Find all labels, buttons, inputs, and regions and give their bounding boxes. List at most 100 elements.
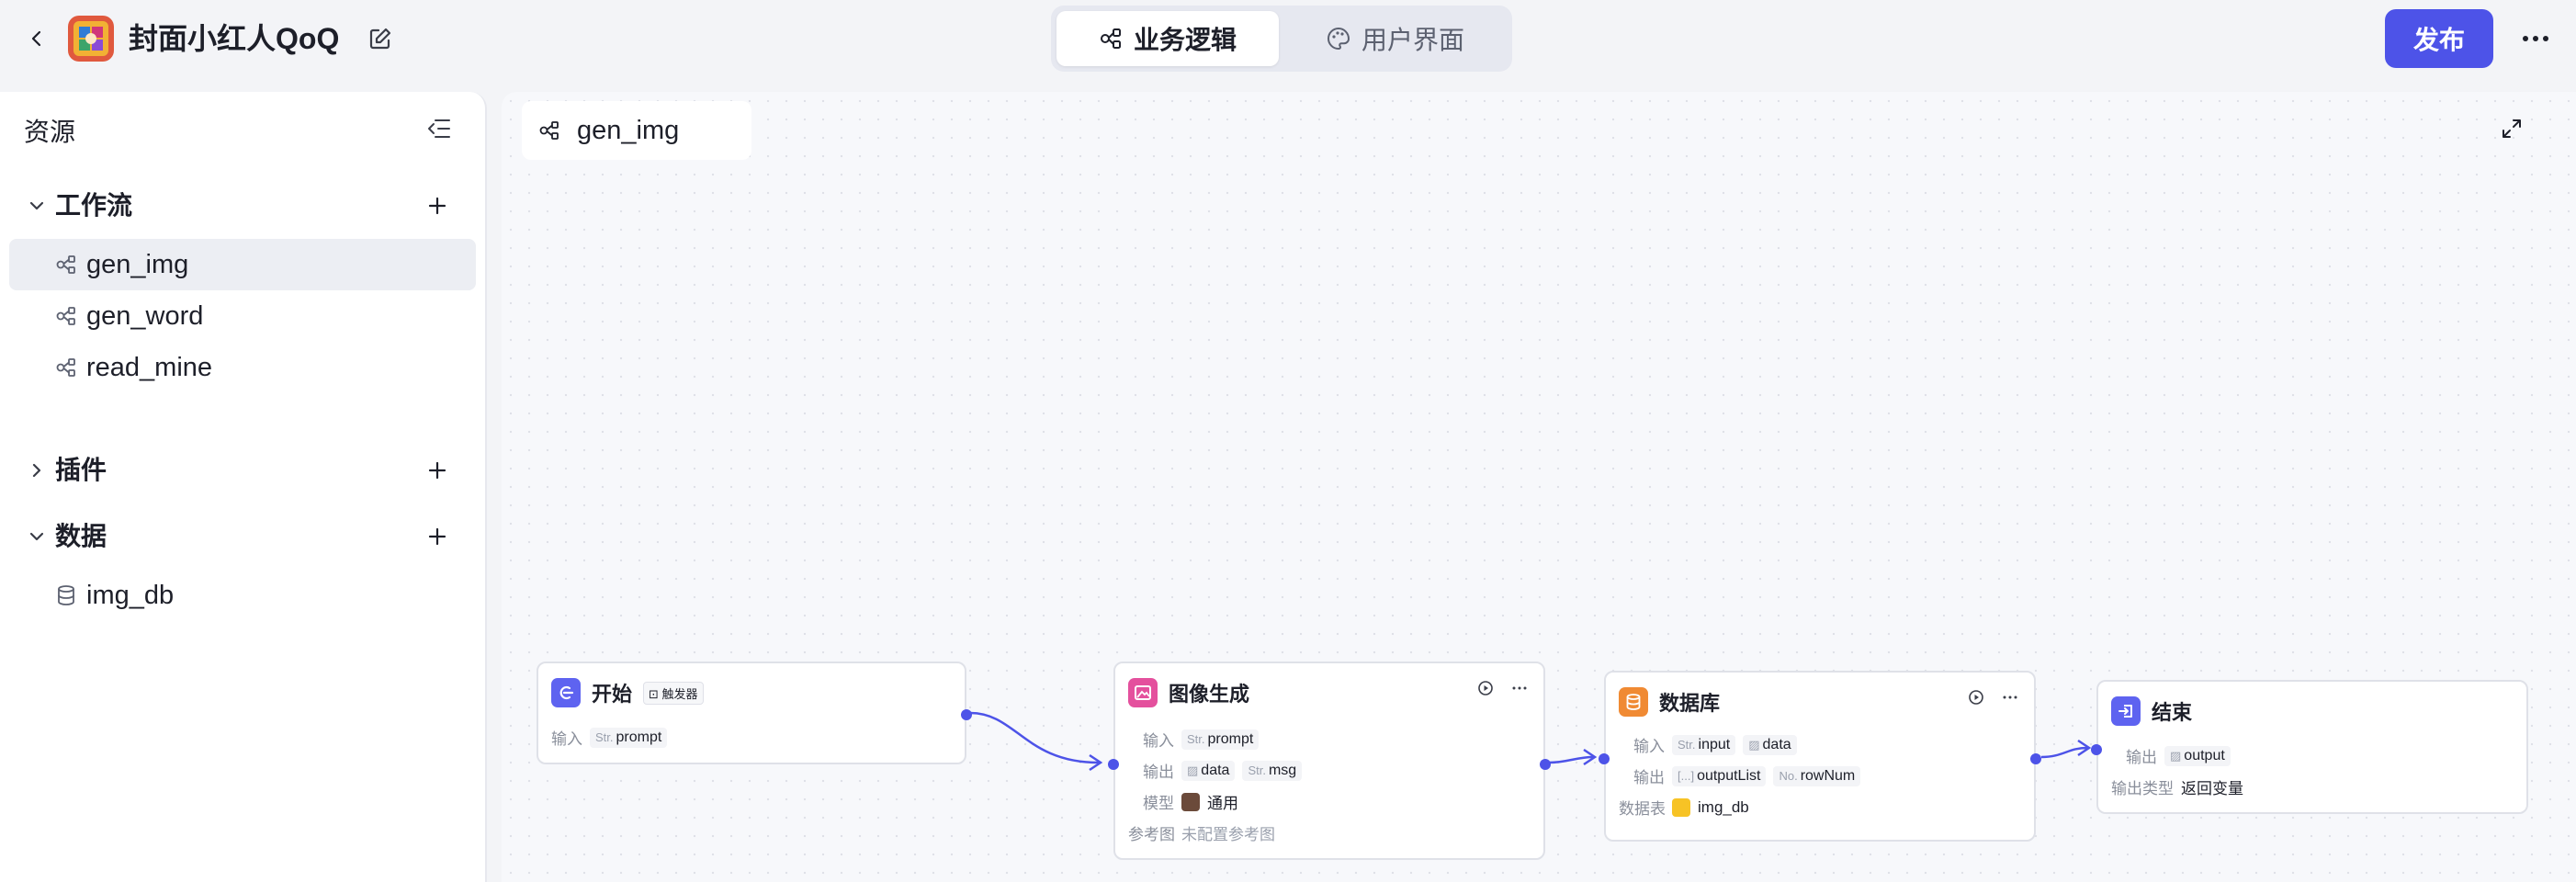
section-label: 工作流	[55, 191, 133, 220]
sidebar-item-label: img_db	[86, 581, 175, 610]
row-label: 输入	[1143, 732, 1174, 750]
variable-tag: [...] outputList	[1672, 765, 1767, 786]
tab-label: 用户界面	[1361, 26, 1464, 54]
row-label: 输入	[551, 730, 582, 748]
expand-icon	[2503, 119, 2521, 138]
workflow-icon	[53, 303, 79, 329]
variable-tag: Str. input	[1672, 734, 1736, 755]
arrow-head	[2077, 739, 2092, 757]
workflow-tab[interactable]: gen_img	[522, 101, 751, 160]
row-label: 参考图	[1128, 826, 1175, 843]
chevron-down-icon	[26, 195, 48, 217]
collapse-sidebar-button[interactable]	[423, 112, 456, 145]
node-reference-row: 参考图 未配置参考图	[1128, 821, 1275, 844]
input-port[interactable]	[2091, 744, 2102, 755]
node-image-generation[interactable]: 图像生成 输入 Str. prompt 输出 ▨ data Str. msg 模型 通…	[1108, 662, 1551, 860]
variable-tag: Str. prompt	[1181, 729, 1260, 750]
row-label: 模型	[1143, 795, 1174, 812]
node-header: 结束	[2111, 696, 2192, 726]
arrow-head	[1583, 748, 1598, 766]
node-database[interactable]: 数据库 输入 Str. input ▨ data 输出 [...] outputLis…	[1599, 671, 2041, 842]
workflow-icon	[53, 252, 79, 277]
image-type-icon: ▨	[1187, 763, 1199, 777]
node-actions	[1477, 680, 1527, 696]
tab-label: 业务逻辑	[1133, 26, 1237, 54]
input-port[interactable]	[1599, 753, 1610, 764]
workflow-icon	[539, 121, 559, 140]
sidebar-item-read-mine[interactable]: read_mine	[9, 342, 476, 393]
plus-icon	[428, 461, 446, 480]
more-icon[interactable]	[1512, 686, 1527, 690]
node-header: 开始 ⊡ 触发器	[551, 678, 704, 707]
sidebar-item-label: read_mine	[86, 353, 213, 382]
sidebar-item-label: gen_word	[86, 301, 204, 331]
variable-tag: No. rowNum	[1773, 765, 1861, 786]
tab-user-interface[interactable]: 用户界面	[1284, 11, 1507, 66]
fullscreen-button[interactable]	[2493, 110, 2530, 147]
variable-tag: ▨ data	[1743, 734, 1797, 755]
row-label: 输出	[1143, 763, 1174, 781]
model-name: 通用	[1207, 795, 1238, 812]
node-output-row: 输出 ▨ output	[2111, 744, 2231, 767]
section-plugin[interactable]: 插件	[0, 445, 487, 496]
variable-tag: ▨ output	[2164, 745, 2231, 766]
start-icon	[551, 678, 581, 707]
input-port[interactable]	[1108, 759, 1119, 770]
edit-icon	[369, 28, 391, 50]
workflow-icon	[53, 355, 79, 380]
trigger-badge[interactable]: ⊡ 触发器	[643, 681, 704, 705]
section-workflow[interactable]: 工作流	[0, 180, 487, 232]
run-icon[interactable]	[1477, 680, 1494, 696]
edge-image-to-database	[1548, 755, 1594, 764]
collapse-icon	[428, 119, 450, 138]
output-port[interactable]	[961, 709, 972, 720]
add-workflow-button[interactable]	[421, 189, 454, 222]
more-icon[interactable]	[2003, 695, 2017, 699]
end-icon	[2111, 696, 2141, 726]
database-icon	[53, 582, 79, 608]
node-output-type-row: 输出类型 返回变量	[2111, 775, 2243, 798]
sidebar-item-gen-img[interactable]: gen_img	[9, 239, 476, 290]
row-label: 输出	[2126, 749, 2157, 766]
image-icon	[1128, 678, 1158, 707]
node-title: 开始	[592, 683, 633, 706]
tab-business-logic[interactable]: 业务逻辑	[1056, 11, 1279, 66]
plus-icon	[428, 527, 446, 546]
model-avatar	[1181, 792, 1200, 811]
more-button[interactable]	[2515, 20, 2556, 57]
publish-button[interactable]: 发布	[2385, 9, 2493, 68]
workflow-tab-label: gen_img	[577, 115, 680, 145]
image-type-icon: ▨	[1748, 737, 1760, 752]
app-logo	[68, 16, 114, 62]
row-label: 数据表	[1619, 800, 1666, 818]
sidebar-title: 资源	[24, 118, 76, 146]
add-plugin-button[interactable]	[421, 454, 454, 487]
node-title: 图像生成	[1169, 683, 1250, 706]
output-port[interactable]	[2030, 753, 2041, 764]
workflow-canvas[interactable]: gen_img 开始 ⊡ 触发器 输入 Str. prompt 图像生成 输入 …	[502, 92, 2576, 882]
section-data[interactable]: 数据	[0, 511, 487, 562]
resource-sidebar: 资源 工作流 gen_img gen_word read_mine 插件 数据 …	[0, 92, 487, 882]
workflow-icon	[1100, 28, 1121, 49]
sidebar-item-label: gen_img	[86, 250, 189, 279]
more-icon	[2523, 36, 2548, 41]
back-button[interactable]	[18, 20, 55, 57]
table-name: img_db	[1698, 797, 1749, 816]
sidebar-item-img-db[interactable]: img_db	[9, 570, 476, 621]
node-input-row: 输入 Str. prompt	[551, 726, 668, 749]
row-label: 输出	[1633, 769, 1665, 786]
plus-icon	[428, 197, 446, 215]
sidebar-item-gen-word[interactable]: gen_word	[9, 290, 476, 342]
node-end[interactable]: 结束 输出 ▨ output 输出类型 返回变量	[2091, 680, 2528, 814]
node-title: 结束	[2152, 701, 2193, 724]
node-start[interactable]: 开始 ⊡ 触发器 输入 Str. prompt	[537, 662, 972, 764]
run-icon[interactable]	[1968, 689, 1984, 706]
node-output-row: 输出 ▨ data Str. msg	[1128, 759, 1303, 782]
variable-tag: ▨ data	[1181, 760, 1236, 781]
palette-icon	[1328, 27, 1350, 51]
output-port[interactable]	[1540, 759, 1551, 770]
add-data-button[interactable]	[421, 520, 454, 553]
image-type-icon: ▨	[2170, 748, 2182, 763]
edit-title-button[interactable]	[364, 22, 397, 55]
node-header: 数据库	[1619, 687, 1720, 717]
